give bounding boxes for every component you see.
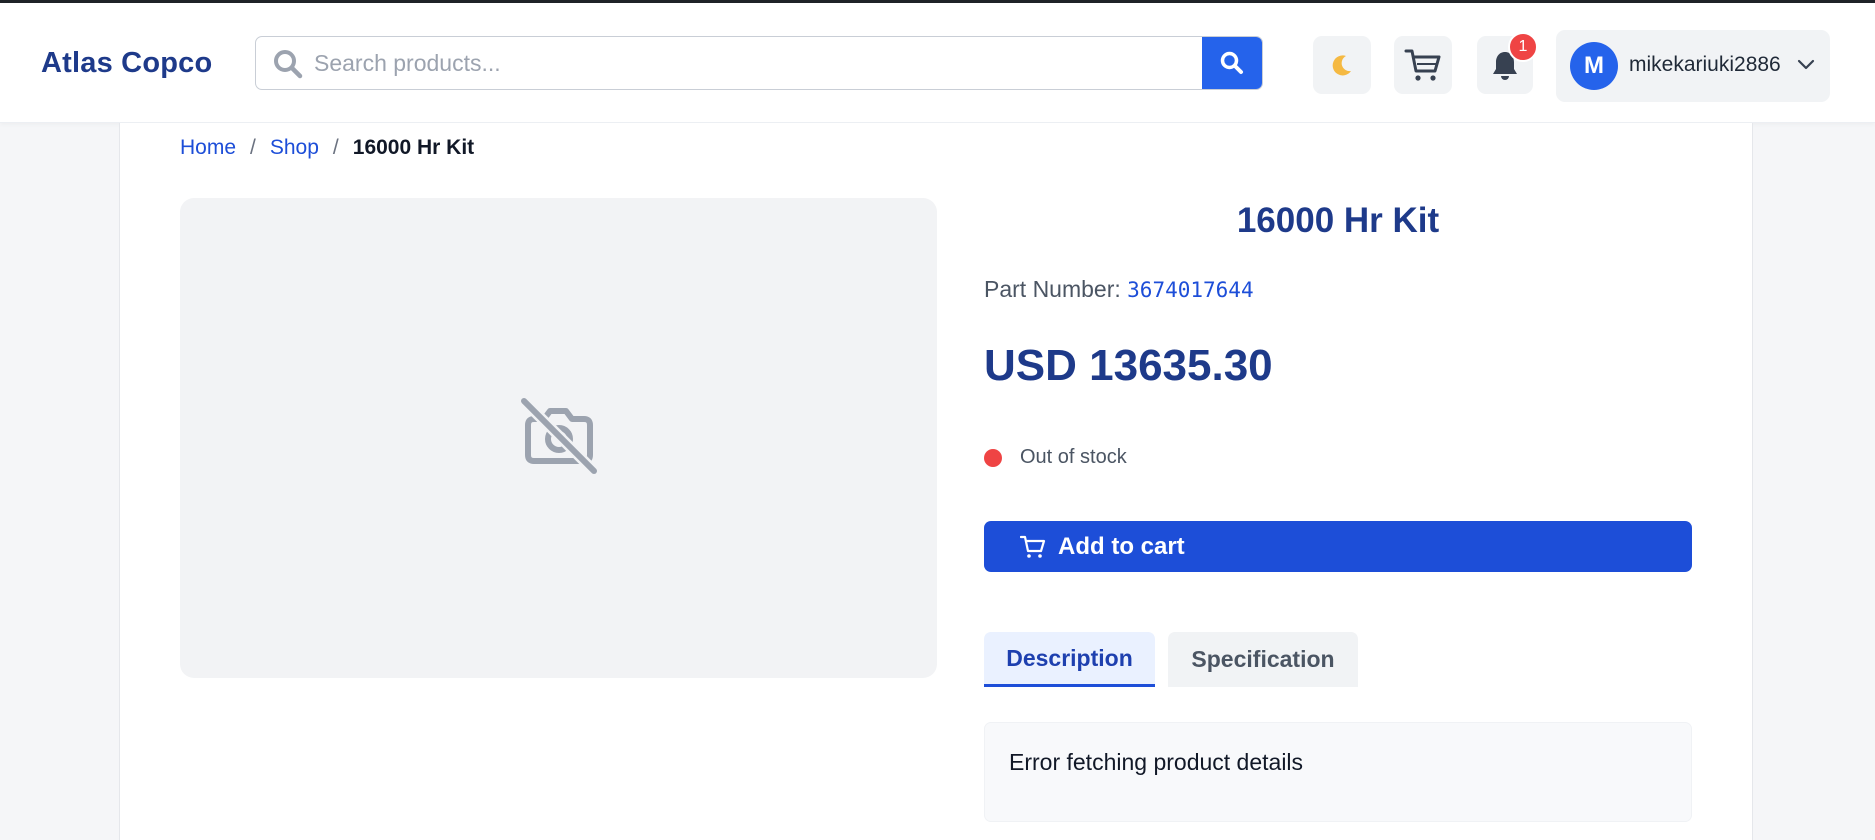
- description-text: Error fetching product details: [1009, 749, 1304, 775]
- tab-description[interactable]: Description: [984, 632, 1155, 687]
- theme-toggle-button[interactable]: [1313, 36, 1371, 94]
- brand-logo[interactable]: Atlas Copco: [41, 47, 212, 80]
- add-to-cart-label: Add to cart: [1058, 532, 1185, 560]
- breadcrumb: Home / Shop / 16000 Hr Kit: [180, 136, 474, 160]
- moon-icon: [1332, 55, 1351, 76]
- no-image-icon: [516, 393, 602, 479]
- cart-button[interactable]: [1394, 36, 1452, 94]
- breadcrumb-home[interactable]: Home: [180, 136, 236, 160]
- part-number: Part Number: 3674017644: [984, 276, 1254, 303]
- search-icon: [274, 50, 303, 79]
- breadcrumb-current: 16000 Hr Kit: [352, 136, 475, 159]
- product-image-placeholder: [180, 198, 937, 678]
- user-menu[interactable]: M mikekariuki2886: [1556, 30, 1830, 102]
- breadcrumb-shop[interactable]: Shop: [270, 136, 319, 160]
- username: mikekariuki2886: [1629, 53, 1781, 76]
- chevron-down-icon: [1797, 59, 1815, 70]
- tab-specification[interactable]: Specification: [1168, 632, 1358, 687]
- add-to-cart-button[interactable]: Add to cart: [984, 521, 1692, 572]
- search-bar: [255, 36, 1263, 90]
- search-button[interactable]: [1202, 37, 1262, 89]
- cart-icon: [1020, 535, 1046, 558]
- top-navbar: Atlas Copco 1: [0, 3, 1875, 123]
- avatar: M: [1570, 42, 1618, 90]
- search-input[interactable]: [314, 37, 1194, 89]
- product-page: Home / Shop / 16000 Hr Kit 16000 Hr Kit …: [119, 123, 1753, 840]
- cart-icon: [1404, 49, 1441, 81]
- stock-status: Out of stock: [984, 446, 1127, 469]
- product-title: 16000 Hr Kit: [1236, 201, 1440, 240]
- search-icon: [1220, 51, 1243, 74]
- description-panel: Error fetching product details: [984, 722, 1692, 822]
- notification-badge: 1: [1508, 32, 1538, 62]
- part-number-value: 3674017644: [1127, 278, 1254, 302]
- stock-status-text: Out of stock: [1020, 446, 1127, 468]
- product-price: USD 13635.30: [984, 341, 1273, 390]
- breadcrumb-separator: /: [250, 136, 256, 159]
- stock-status-dot: [984, 448, 1002, 467]
- breadcrumb-separator: /: [332, 136, 339, 159]
- part-number-label: Part Number:: [984, 276, 1121, 302]
